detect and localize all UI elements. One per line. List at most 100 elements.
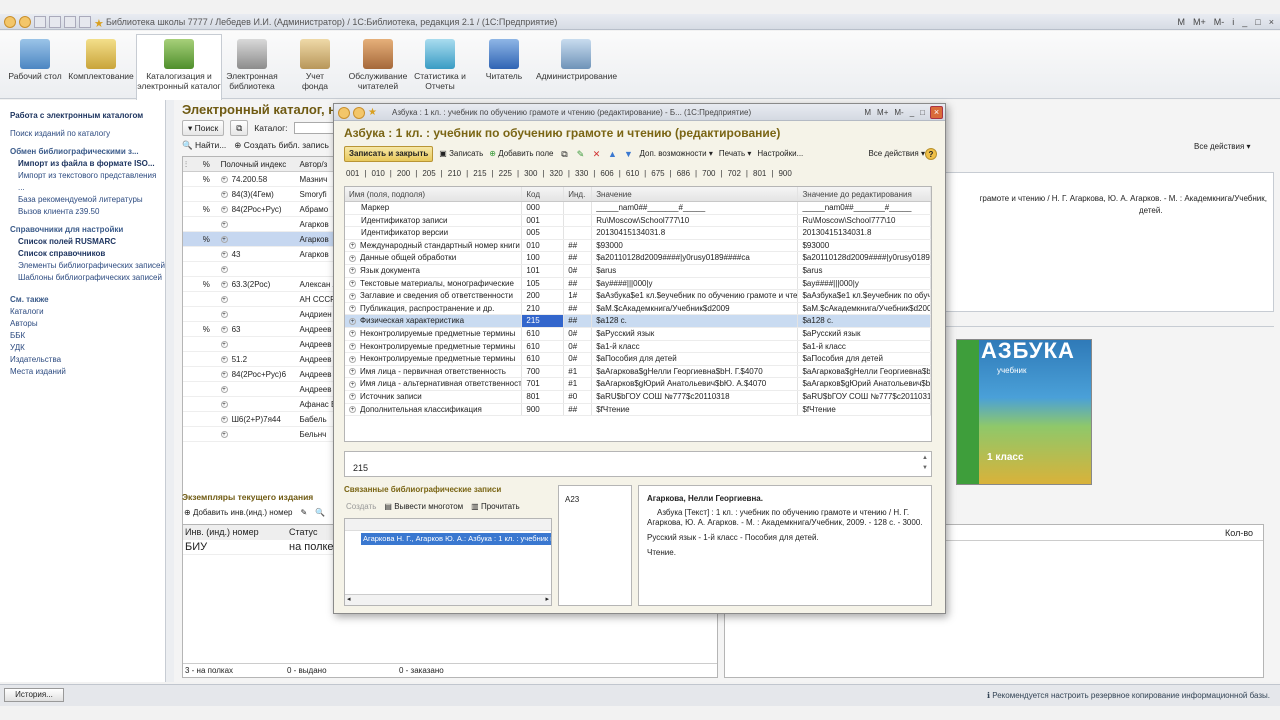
close-button[interactable]: × <box>1269 14 1274 30</box>
expand-icon[interactable]: + <box>220 221 228 229</box>
value-scroll[interactable]: ▲ ▼ <box>922 453 928 473</box>
field-code-cell[interactable]: 900 <box>522 403 565 416</box>
output-many-button[interactable]: ▤ Вывести многотом <box>384 501 463 513</box>
section-admin[interactable]: Администрирование <box>536 35 617 97</box>
field-code-link[interactable]: 200 <box>397 169 410 178</box>
author-column-header[interactable]: Автор/з <box>297 157 333 171</box>
field-code-link[interactable]: 610 <box>626 169 639 178</box>
table-row[interactable]: Идентификатор записи 001 Ru\Moscow\School7… <box>345 214 931 228</box>
field-code-cell[interactable]: 101 <box>522 264 565 277</box>
section-stats[interactable]: Статистика и Отчеты <box>414 35 466 97</box>
field-code-link[interactable]: 900 <box>778 169 791 178</box>
table-row[interactable]: + Бельнч <box>183 427 333 442</box>
expand-icon[interactable]: + <box>220 266 228 274</box>
table-row[interactable]: %+63.3(2Рос)Алексан А. <box>183 277 333 292</box>
field-value-cell[interactable]: $a1-й класс <box>592 340 799 353</box>
expand-icon[interactable]: + <box>220 236 228 244</box>
dialog-memory-button[interactable]: M <box>864 104 871 121</box>
table-row[interactable]: + <box>183 262 333 277</box>
table-row[interactable]: + Заглавие и сведения об ответственности 2… <box>345 290 931 303</box>
print-button[interactable]: Печать ▾ <box>719 147 751 161</box>
field-value-cell[interactable]: $aRU$bГОУ СОШ №777$c20110318 <box>592 390 799 403</box>
field-ind-cell[interactable]: ## <box>564 302 593 315</box>
nav-z3950-client[interactable]: Вызов клиента z39.50 <box>10 206 165 218</box>
table-row[interactable]: % +63 Андреев <box>183 322 333 337</box>
help-icon[interactable]: ? <box>925 148 937 160</box>
edit-icon[interactable]: ✎ <box>576 149 586 159</box>
calendar-icon[interactable] <box>49 16 61 28</box>
expand-icon[interactable]: + <box>220 371 228 379</box>
expand-icon[interactable]: + <box>220 206 228 214</box>
dialog-menu-icon[interactable] <box>338 107 350 119</box>
nav-bbk[interactable]: ББК <box>10 330 165 342</box>
expand-icon[interactable]: + <box>220 356 228 364</box>
field-ind-cell[interactable]: #1 <box>564 378 593 390</box>
field-value-cell[interactable]: $93000 <box>592 239 799 252</box>
nav-biblio-elements[interactable]: Элементы библиографических записей <box>10 260 165 272</box>
table-row[interactable]: + Источник записи 801 #0 $aRU$bГОУ СОШ №777$… <box>345 390 931 404</box>
field-ind-cell[interactable]: ## <box>564 252 593 264</box>
expand-icon[interactable]: + <box>349 305 356 313</box>
prev-value-column-header[interactable]: Значение до редактирования <box>798 187 931 201</box>
expand-icon[interactable]: + <box>220 401 228 409</box>
field-code-cell[interactable]: 005 <box>522 227 565 239</box>
field-ind-cell[interactable]: #0 <box>564 390 593 403</box>
expand-icon[interactable]: + <box>349 292 356 300</box>
field-code-link[interactable]: 225 <box>499 169 512 178</box>
expand-icon[interactable]: + <box>220 311 228 319</box>
nav-catalogs[interactable]: Каталоги <box>10 306 165 318</box>
filter-icon[interactable]: ⧉ <box>230 120 249 136</box>
create-record-button[interactable]: ⊕ Создать библ. запись <box>234 140 329 151</box>
field-code-link[interactable]: 205 <box>422 169 435 178</box>
add-inv-button[interactable]: ⊕ Добавить инв.(инд.) номер <box>184 508 292 517</box>
value-column-header[interactable]: Значение <box>592 187 799 201</box>
field-code-cell[interactable]: 801 <box>522 390 565 403</box>
section-e-library[interactable]: Электронная библиотека <box>224 35 280 97</box>
field-ind-cell[interactable]: 0# <box>564 264 593 277</box>
expand-icon[interactable]: + <box>220 386 228 394</box>
field-code-link[interactable]: 001 <box>346 169 359 178</box>
expand-icon[interactable]: + <box>220 341 228 349</box>
field-value-cell[interactable]: 20130415134031.8 <box>592 227 799 239</box>
field-value-cell[interactable]: $aАгарков$gЮрий Анатольевич$bЮ. А.$4070 <box>592 378 799 390</box>
nav-publishers[interactable]: Издательства <box>10 354 165 366</box>
copy-icon[interactable]: ⧉ <box>560 149 570 159</box>
field-value-cell[interactable]: $aРусский язык <box>592 327 799 340</box>
table-row[interactable]: + Дополнительная классификация 900 ## $fЧтен… <box>345 403 931 417</box>
field-value-cell[interactable]: _____nam0##_______#_____ <box>592 202 799 214</box>
field-code-link[interactable]: 320 <box>550 169 563 178</box>
field-code-cell[interactable]: 210 <box>522 302 565 315</box>
field-code-link[interactable]: 702 <box>728 169 741 178</box>
field-ind-cell[interactable] <box>564 227 593 239</box>
history-button[interactable]: История... <box>4 688 64 702</box>
field-value-cell[interactable]: $aПособия для детей <box>592 353 799 365</box>
nav-places[interactable]: Места изданий <box>10 366 165 378</box>
find-button[interactable]: 🔍 Найти... <box>182 140 226 151</box>
field-code-cell[interactable]: 215 <box>522 315 565 327</box>
field-code-link[interactable]: 801 <box>753 169 766 178</box>
more-button[interactable]: Доп. возможности ▾ <box>640 147 713 161</box>
maximize-button[interactable]: □ <box>1255 14 1260 30</box>
scroll-left-icon[interactable]: ◂ <box>347 595 351 605</box>
app-menu-icon[interactable] <box>4 16 16 28</box>
save-close-button[interactable]: Записать и закрыть <box>344 146 434 162</box>
expand-icon[interactable]: + <box>220 431 228 439</box>
table-row[interactable]: +84(3)(4Гем) Smoryfi <box>183 187 333 202</box>
table-row[interactable]: + Международный стандартный номер книги (… <box>345 239 931 253</box>
field-ind-cell[interactable]: ## <box>564 315 593 327</box>
expand-icon[interactable]: + <box>220 251 228 259</box>
section-desktop[interactable]: Рабочий стол <box>6 35 64 97</box>
expand-icon[interactable]: + <box>220 176 228 184</box>
field-code-cell[interactable]: 000 <box>522 202 565 214</box>
field-ind-cell[interactable]: 0# <box>564 327 593 340</box>
clipboard-icon[interactable] <box>64 16 76 28</box>
expand-icon[interactable]: + <box>220 416 228 424</box>
settings-button[interactable]: Настройки... <box>757 147 803 161</box>
minimize-button[interactable]: _ <box>1242 14 1247 30</box>
field-code-link[interactable]: 210 <box>448 169 461 178</box>
field-code-link[interactable]: 686 <box>677 169 690 178</box>
dialog-minimize-button[interactable]: _ <box>910 104 914 121</box>
dialog-all-actions-button[interactable]: Все действия ▾ <box>868 147 925 161</box>
expand-icon[interactable]: + <box>349 242 356 250</box>
search-icon[interactable]: 🔍 <box>315 508 325 517</box>
